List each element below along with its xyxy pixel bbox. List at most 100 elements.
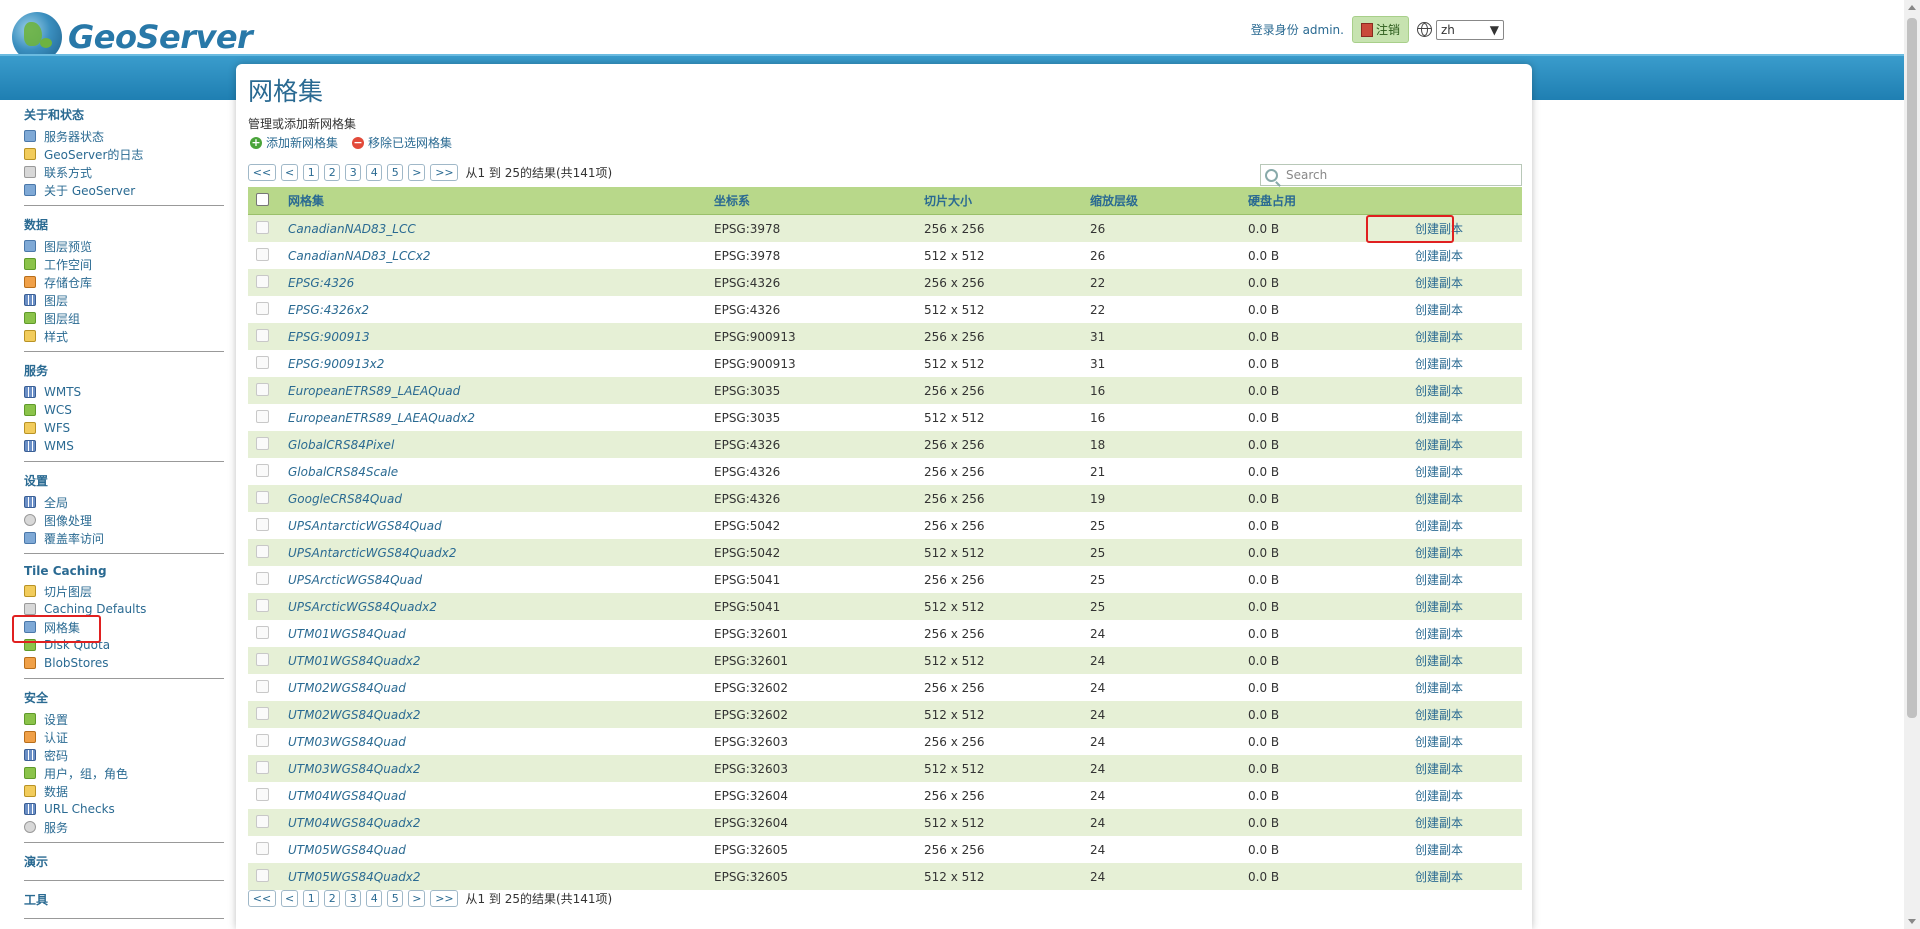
sidebar-item-label[interactable]: 图层 (44, 292, 68, 309)
copy-gridset-link[interactable]: 创建副本 (1405, 704, 1473, 725)
sidebar-item[interactable]: WCS (24, 401, 224, 419)
sidebar-item[interactable]: 图层预览 (24, 237, 224, 255)
gridset-name[interactable]: GoogleCRS84Quad (288, 492, 402, 506)
sidebar-item-label[interactable]: WCS (44, 403, 72, 417)
last-page-button[interactable]: >> (430, 164, 459, 181)
sidebar-item-label[interactable]: 密码 (44, 747, 68, 764)
first-page-button[interactable]: << (248, 890, 276, 907)
gridset-name[interactable]: UTM04WGS84Quadx2 (288, 816, 421, 830)
copy-gridset-link[interactable]: 创建副本 (1405, 812, 1473, 833)
gridset-name[interactable]: GlobalCRS84Scale (288, 465, 398, 479)
vertical-scrollbar[interactable] (1904, 0, 1920, 929)
copy-gridset-link[interactable]: 创建副本 (1405, 326, 1473, 347)
gridset-name[interactable]: GlobalCRS84Pixel (288, 438, 394, 452)
sidebar-item[interactable]: 密码 (24, 746, 224, 764)
copy-gridset-link[interactable]: 创建副本 (1405, 407, 1473, 428)
copy-gridset-link[interactable]: 创建副本 (1405, 623, 1473, 644)
sidebar-item-label[interactable]: GeoServer的日志 (44, 146, 143, 163)
gridset-name[interactable]: CanadianNAD83_LCCx2 (288, 249, 430, 263)
page-number-button[interactable]: 3 (345, 890, 362, 907)
sidebar-item[interactable]: 认证 (24, 728, 224, 746)
row-checkbox[interactable] (256, 571, 269, 585)
gridset-name[interactable]: UTM04WGS84Quad (288, 789, 406, 803)
gridset-name[interactable]: UTM05WGS84Quad (288, 843, 406, 857)
gridset-name[interactable]: UTM05WGS84Quadx2 (288, 870, 421, 884)
row-checkbox[interactable] (256, 652, 269, 666)
sidebar-item-label[interactable]: 关于 GeoServer (44, 182, 135, 199)
sidebar-item[interactable]: 服务 (24, 818, 224, 836)
row-checkbox[interactable] (256, 787, 269, 801)
search-box[interactable]: Search (1260, 164, 1522, 186)
sidebar-item-label[interactable]: 服务器状态 (44, 128, 104, 145)
gridset-name[interactable]: UPSAntarcticWGS84Quad (288, 519, 442, 533)
page-number-button[interactable]: 2 (324, 164, 341, 181)
logout-button[interactable]: 注销 (1351, 16, 1409, 43)
page-number-button[interactable]: 5 (387, 890, 404, 907)
sidebar-item[interactable]: 图层组 (24, 309, 224, 327)
sidebar-item[interactable]: 关于 GeoServer (24, 181, 224, 199)
gridset-name[interactable]: UTM03WGS84Quadx2 (288, 762, 421, 776)
column-header-crs[interactable]: 坐标系 (706, 187, 916, 215)
copy-gridset-link[interactable]: 创建副本 (1405, 380, 1473, 401)
copy-gridset-link[interactable]: 创建副本 (1405, 650, 1473, 671)
row-checkbox[interactable] (256, 355, 269, 369)
prev-page-button[interactable]: < (281, 164, 299, 181)
copy-gridset-link[interactable]: 创建副本 (1405, 245, 1473, 266)
sidebar-item[interactable]: 全局 (24, 493, 224, 511)
sidebar-item-label[interactable]: 设置 (44, 711, 68, 728)
sidebar-item[interactable]: 样式 (24, 327, 224, 345)
sidebar-item-label[interactable]: 联系方式 (44, 164, 92, 181)
copy-gridset-link[interactable]: 创建副本 (1405, 758, 1473, 779)
sidebar-item[interactable]: 图层 (24, 291, 224, 309)
row-checkbox[interactable] (256, 598, 269, 612)
sidebar-item-label[interactable]: 工作空间 (44, 256, 92, 273)
last-page-button[interactable]: >> (430, 890, 459, 907)
sidebar-item-label[interactable]: 切片图层 (44, 583, 92, 600)
gridset-name[interactable]: EPSG:900913x2 (288, 357, 384, 371)
row-checkbox[interactable] (256, 706, 269, 720)
gridset-name[interactable]: UTM03WGS84Quad (288, 735, 406, 749)
sidebar-item[interactable]: Caching Defaults (24, 600, 224, 618)
sidebar-item[interactable]: BlobStores (24, 654, 224, 672)
nav-group-title[interactable]: 演示 (24, 853, 224, 870)
row-checkbox[interactable] (256, 517, 269, 531)
gridset-name[interactable]: UTM02WGS84Quadx2 (288, 708, 421, 722)
sidebar-item[interactable]: URL Checks (24, 800, 224, 818)
sidebar-item[interactable]: 存储仓库 (24, 273, 224, 291)
gridset-name[interactable]: UPSArcticWGS84Quad (288, 573, 422, 587)
sidebar-item[interactable]: WMS (24, 437, 224, 455)
gridset-name[interactable]: UTM01WGS84Quad (288, 627, 406, 641)
sidebar-item-label[interactable]: 用户，组，角色 (44, 765, 128, 782)
sidebar-item[interactable]: 用户，组，角色 (24, 764, 224, 782)
scroll-thumb[interactable] (1907, 18, 1917, 718)
add-gridset-label[interactable]: 添加新网格集 (266, 134, 338, 151)
sidebar-item-label[interactable]: 认证 (44, 729, 68, 746)
row-checkbox[interactable] (256, 409, 269, 423)
row-checkbox[interactable] (256, 220, 269, 234)
sidebar-item-label[interactable]: 存储仓库 (44, 274, 92, 291)
page-number-button[interactable]: 1 (303, 164, 320, 181)
gridset-name[interactable]: EPSG:4326x2 (288, 303, 369, 317)
sidebar-item[interactable]: 切片图层 (24, 582, 224, 600)
row-checkbox[interactable] (256, 382, 269, 396)
language-select[interactable]: zh ▼ (1436, 19, 1504, 40)
remove-gridset-label[interactable]: 移除已选网格集 (368, 134, 452, 151)
sidebar-item-label[interactable]: WMS (44, 439, 74, 453)
column-header-tile-size[interactable]: 切片大小 (916, 187, 1082, 215)
add-gridset-button[interactable]: + 添加新网格集 (250, 134, 338, 151)
next-page-button[interactable]: > (408, 890, 426, 907)
first-page-button[interactable]: << (248, 164, 276, 181)
gridset-name[interactable]: UPSArcticWGS84Quadx2 (288, 600, 437, 614)
sidebar-item-label[interactable]: URL Checks (44, 802, 115, 816)
row-checkbox[interactable] (256, 328, 269, 342)
sidebar-item-label[interactable]: 服务 (44, 819, 68, 836)
copy-gridset-link[interactable]: 创建副本 (1405, 677, 1473, 698)
row-checkbox[interactable] (256, 760, 269, 774)
row-checkbox[interactable] (256, 247, 269, 261)
gridset-name[interactable]: EPSG:4326 (288, 276, 354, 290)
gridset-name[interactable]: UTM01WGS84Quadx2 (288, 654, 421, 668)
sidebar-item-label[interactable]: Disk Quota (44, 638, 110, 652)
gridset-name[interactable]: CanadianNAD83_LCC (288, 222, 416, 236)
row-checkbox[interactable] (256, 868, 269, 882)
copy-gridset-link[interactable]: 创建副本 (1405, 461, 1473, 482)
